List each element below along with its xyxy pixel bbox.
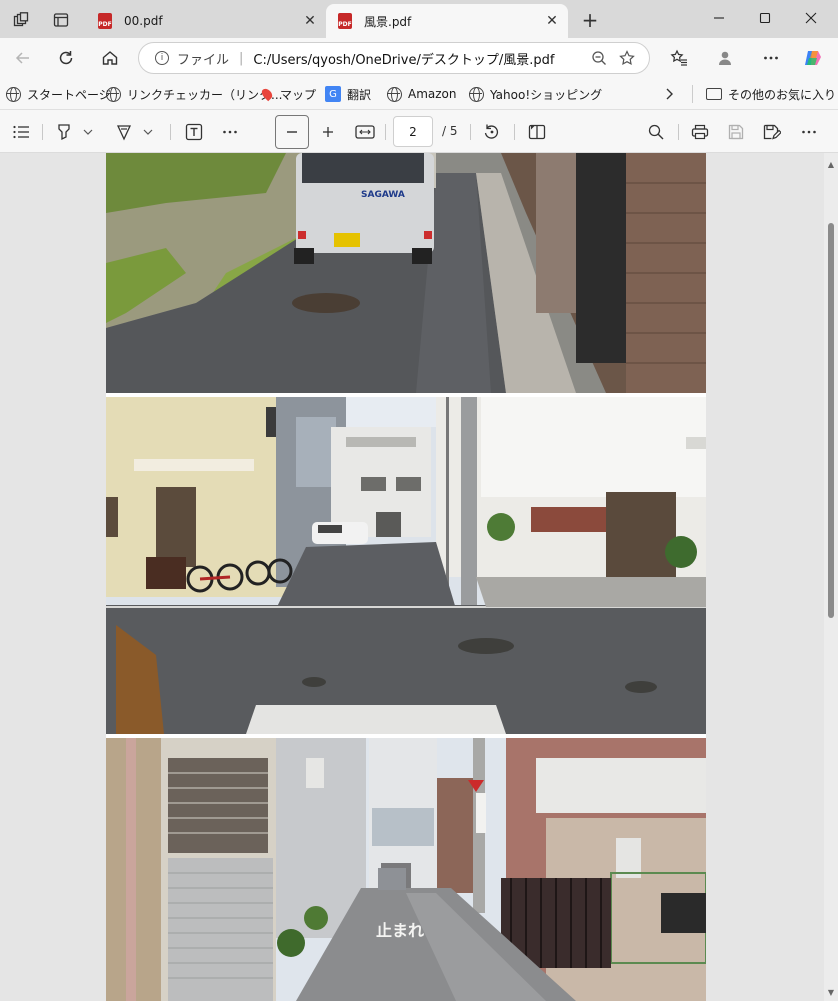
rotate-icon[interactable] [480,118,504,146]
scroll-up-arrow-icon[interactable]: ▲ [826,159,836,169]
home-button[interactable] [95,43,125,73]
draw-icon[interactable] [112,118,136,146]
browser-window: PDF 00.pdf ✕ PDF 風景.pdf ✕ + i ファイル | C:/… [0,0,838,1001]
tab-strip: PDF 00.pdf ✕ PDF 風景.pdf ✕ + [0,0,838,38]
favorite-label: リンクチェッカー（リンク... [127,87,283,102]
fit-to-width-icon[interactable] [352,118,378,146]
pdf-toolbar: 2 / 5 [0,110,838,153]
tab-title: 風景.pdf [364,14,412,29]
zoom-out-button[interactable] [275,115,309,149]
scrollbar-thumb[interactable] [828,223,834,618]
favorite-start-page[interactable]: スタートページ [6,84,111,104]
pdf-file-icon: PDF [338,13,352,29]
tab-title: 00.pdf [124,14,163,28]
highlight-dropdown-chevron-icon[interactable] [80,118,96,146]
table-of-contents-icon[interactable] [8,118,34,146]
pdf-more-options-icon[interactable] [797,118,821,146]
close-tab-icon[interactable]: ✕ [300,11,320,31]
more-menu-icon[interactable] [756,43,786,73]
profile-avatar[interactable] [710,43,740,73]
favorites-overflow-chevron-icon[interactable] [664,84,674,104]
favorite-translate[interactable]: G 翻訳 [325,84,371,104]
address-toolbar: i ファイル | C:/Users/qyosh/OneDrive/デスクトップ/… [0,38,838,78]
other-favorites-folder[interactable]: その他のお気に入り [706,84,836,104]
street-photo-intersection [106,397,706,734]
toolbar-divider [170,124,171,140]
info-icon[interactable]: i [155,51,169,65]
page-number-input[interactable]: 2 [393,116,433,147]
vertical-scrollbar[interactable]: ▲ ▼ [824,153,838,1001]
refresh-button[interactable] [51,43,81,73]
address-separator: | [239,50,244,66]
zoom-in-button[interactable] [316,118,340,146]
pdf-viewer[interactable]: SAGAWA 止まれ ▲ ▼ [0,153,838,1001]
print-icon[interactable] [688,118,712,146]
favorites-icon[interactable] [664,43,694,73]
toolbar-divider [42,124,43,140]
url-text[interactable]: C:/Users/qyosh/OneDrive/デスクトップ/風景.pdf [253,49,585,68]
pdf-file-icon: PDF [98,13,112,29]
close-window-button[interactable] [788,0,834,36]
page-total-label: / 5 [442,124,458,138]
favorite-label: マップ [280,87,317,102]
scroll-down-arrow-icon[interactable]: ▼ [826,987,836,997]
save-icon[interactable] [724,118,748,146]
favorites-bar: スタートページ リンクチェッカー（リンク... マップ G 翻訳 Amazon … [0,78,838,110]
globe-icon [387,86,402,102]
minimize-button[interactable] [696,0,742,36]
search-icon[interactable] [644,118,668,146]
star-favorite-icon[interactable] [613,50,641,66]
translate-icon: G [325,86,341,102]
favorites-divider [692,85,693,103]
draw-dropdown-chevron-icon[interactable] [140,118,156,146]
globe-icon [6,86,21,102]
favorite-link-checker[interactable]: リンクチェッカー（リンク... [106,84,282,104]
street-photo-narrow-lane: 止まれ [106,738,706,1001]
favorite-amazon[interactable]: Amazon [387,84,457,104]
other-favorites-label: その他のお気に入り [728,87,837,102]
toolbar-divider [470,124,471,140]
save-as-icon[interactable] [760,118,784,146]
protocol-label: ファイル [177,52,230,68]
new-tab-button[interactable]: + [576,8,604,32]
favorite-label: Amazon [408,87,457,101]
maximize-button[interactable] [742,0,788,36]
favorite-label: スタートページ [27,87,111,102]
street-photo-van-alley: SAGAWA [106,153,706,393]
favorite-maps[interactable]: マップ [259,84,317,104]
tab-fuukei-pdf[interactable]: PDF 風景.pdf ✕ [326,4,568,38]
zoom-icon[interactable] [585,50,613,66]
highlight-icon[interactable] [52,118,76,146]
globe-icon [106,86,121,102]
text-box-icon[interactable] [182,118,206,146]
favorite-label: Yahoo!ショッピング [490,87,603,102]
map-pin-icon [259,86,275,102]
more-tools-icon[interactable] [218,118,242,146]
toolbar-divider [678,124,679,140]
page-view-icon[interactable] [525,118,549,146]
copilot-icon[interactable] [798,43,828,73]
toolbar-divider [514,124,515,140]
close-tab-icon[interactable]: ✕ [542,11,562,31]
svg-text:止まれ: 止まれ [376,921,424,940]
favorite-label: 翻訳 [347,87,372,102]
back-button[interactable] [8,43,38,73]
favorite-yahoo-shopping[interactable]: Yahoo!ショッピング [469,84,602,104]
svg-text:SAGAWA: SAGAWA [361,190,405,200]
tab-actions-icon[interactable] [46,6,76,34]
pdf-page: SAGAWA 止まれ [106,153,706,1001]
globe-icon [469,86,484,102]
folder-icon [706,88,722,100]
workspaces-icon[interactable] [6,6,36,34]
address-bar[interactable]: i ファイル | C:/Users/qyosh/OneDrive/デスクトップ/… [138,42,650,74]
toolbar-divider [385,124,386,140]
tab-00-pdf[interactable]: PDF 00.pdf ✕ [86,4,326,38]
